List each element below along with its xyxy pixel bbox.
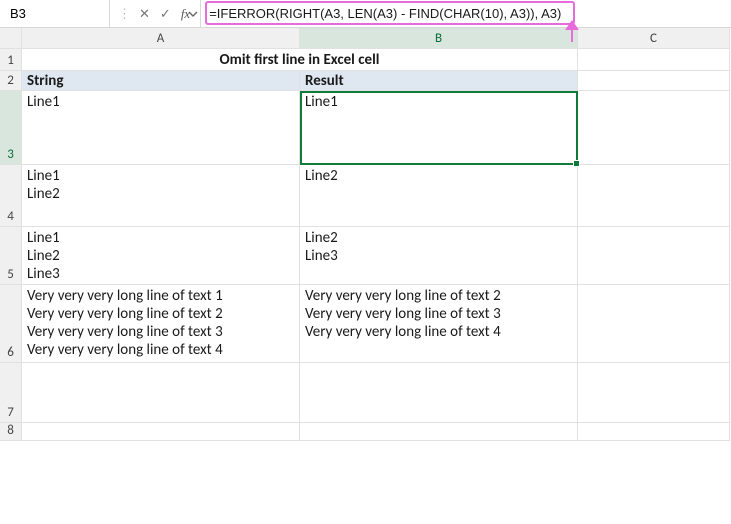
formula-bar: ⋮ ✕ ✓ fx =IFERROR(RIGHT(A3, LEN(A3) - FI… — [0, 0, 731, 28]
cell-a7[interactable] — [22, 363, 300, 423]
cell-a5[interactable]: Line1 Line2 Line3 — [22, 227, 300, 285]
cell-b3[interactable]: Line1 — [300, 91, 578, 165]
row-header-7[interactable]: 7 — [0, 363, 22, 423]
separator-icon: ⋮ — [116, 6, 133, 22]
column-header-b[interactable]: B — [300, 28, 578, 49]
cell-c3[interactable] — [578, 91, 730, 165]
cell-b7[interactable] — [300, 363, 578, 423]
cell-b4[interactable]: Line2 — [300, 165, 578, 227]
cell-b5[interactable]: Line2 Line3 — [300, 227, 578, 285]
row-header-1[interactable]: 1 — [0, 49, 22, 71]
row-header-5[interactable]: 5 — [0, 227, 22, 285]
cell-c4[interactable] — [578, 165, 730, 227]
row-header-6[interactable]: 6 — [0, 285, 22, 363]
cell-c1[interactable] — [578, 49, 730, 71]
insert-function-icon[interactable]: fx — [177, 6, 194, 22]
row-header-8[interactable]: 8 — [0, 423, 22, 441]
cell-c6[interactable] — [578, 285, 730, 363]
spreadsheet-grid: A B C 1 Omit first line in Excel cell 2 … — [0, 28, 731, 441]
cell-c8[interactable] — [578, 423, 730, 441]
cell-a3[interactable]: Line1 — [22, 91, 300, 165]
name-box-wrap — [0, 0, 110, 27]
cell-c7[interactable] — [578, 363, 730, 423]
title-cell[interactable]: Omit first line in Excel cell — [22, 49, 578, 71]
row-header-4[interactable]: 4 — [0, 165, 22, 227]
row-header-2[interactable]: 2 — [0, 71, 22, 91]
cancel-formula-icon[interactable]: ✕ — [135, 6, 154, 22]
column-header-a[interactable]: A — [22, 28, 300, 49]
column-header-c[interactable]: C — [578, 28, 730, 49]
header-result[interactable]: Result — [300, 71, 578, 91]
cell-b8[interactable] — [300, 423, 578, 441]
formula-buttons: ⋮ ✕ ✓ fx — [110, 0, 201, 27]
cell-c2[interactable] — [578, 71, 730, 91]
header-string[interactable]: String — [22, 71, 300, 91]
enter-formula-icon[interactable]: ✓ — [156, 6, 175, 22]
formula-text: =IFERROR(RIGHT(A3, LEN(A3) - FIND(CHAR(1… — [209, 6, 561, 21]
row-header-3[interactable]: 3 — [0, 91, 22, 165]
cell-a4[interactable]: Line1 Line2 — [22, 165, 300, 227]
cell-c5[interactable] — [578, 227, 730, 285]
cell-b6[interactable]: Very very very long line of text 2 Very … — [300, 285, 578, 363]
select-all-corner[interactable] — [0, 28, 22, 49]
formula-input[interactable]: =IFERROR(RIGHT(A3, LEN(A3) - FIND(CHAR(1… — [201, 0, 731, 27]
cell-a6[interactable]: Very very very long line of text 1 Very … — [22, 285, 300, 363]
cell-a8[interactable] — [22, 423, 300, 441]
